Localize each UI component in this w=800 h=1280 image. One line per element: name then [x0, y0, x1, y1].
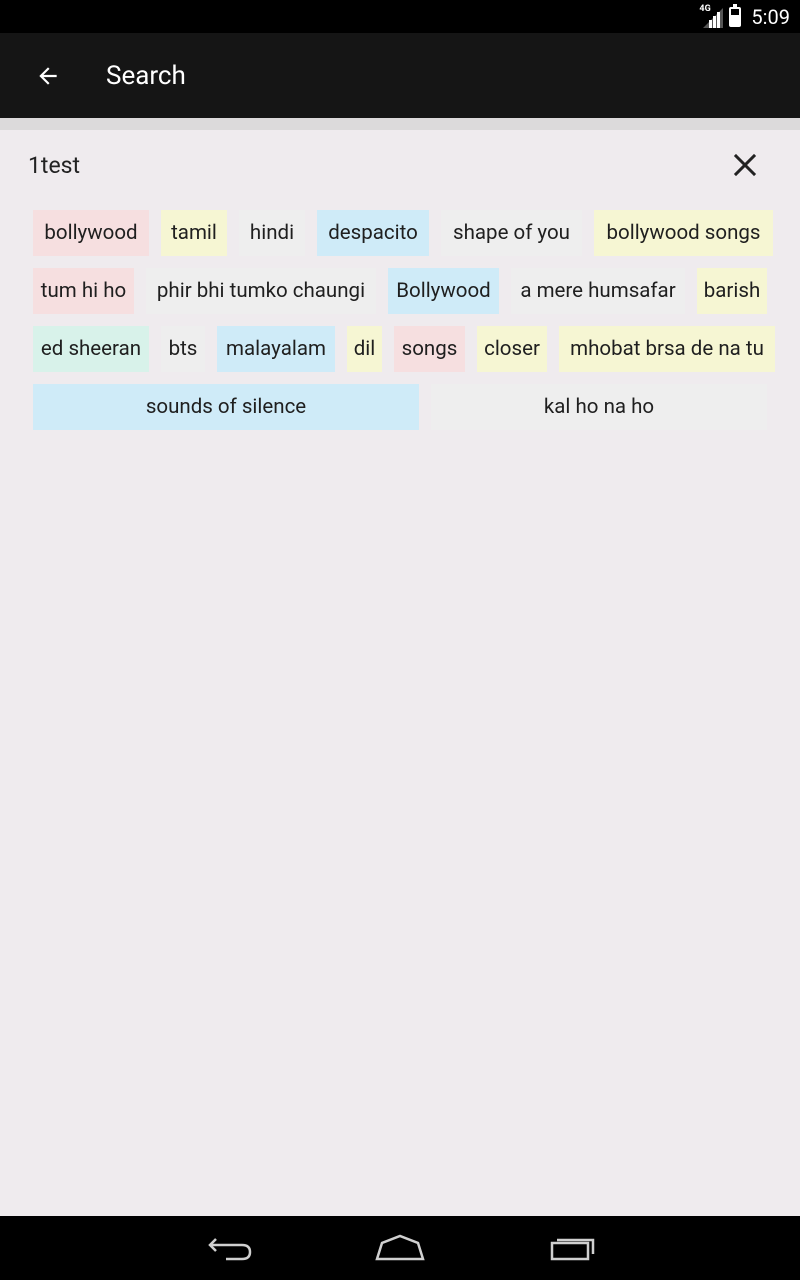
suggestion-chip[interactable]: bts: [161, 326, 205, 372]
suggestion-chip[interactable]: hindi: [239, 210, 305, 256]
suggestion-chip[interactable]: a mere humsafar: [511, 268, 685, 314]
suggestion-chip[interactable]: mhobat brsa de na tu: [559, 326, 775, 372]
suggestion-chip[interactable]: dil: [347, 326, 382, 372]
suggestion-chip[interactable]: barish: [697, 268, 767, 314]
battery-icon: [729, 3, 742, 27]
suggestion-chip[interactable]: ed sheeran: [33, 326, 149, 372]
back-button[interactable]: [0, 33, 96, 118]
nav-recents-button[interactable]: [527, 1216, 617, 1280]
suggestion-chip[interactable]: malayalam: [217, 326, 335, 372]
nav-recents-icon: [550, 1238, 595, 1261]
network-type-label: 4G: [699, 3, 711, 14]
suggestion-chip[interactable]: songs: [394, 326, 465, 372]
search-suggestions: bollywood tamil hindi despacito shape of…: [33, 210, 775, 442]
chip-row: sounds of silence kal ho na ho: [33, 384, 775, 430]
nav-back-button[interactable]: [185, 1216, 275, 1280]
suggestion-chip[interactable]: tamil: [161, 210, 227, 256]
suggestion-chip[interactable]: bollywood songs: [594, 210, 773, 256]
header-divider: [0, 118, 800, 130]
nav-home-button[interactable]: [355, 1216, 445, 1280]
close-icon: [733, 153, 757, 177]
suggestion-chip[interactable]: despacito: [317, 210, 429, 256]
system-nav-bar: [0, 1216, 800, 1280]
search-input[interactable]: [28, 151, 628, 179]
suggestion-chip[interactable]: kal ho na ho: [431, 384, 767, 430]
status-bar: 4G 5:09: [0, 0, 800, 33]
suggestion-chip[interactable]: tum hi ho: [33, 268, 134, 314]
chip-row: tum hi ho phir bhi tumko chaungi Bollywo…: [33, 268, 775, 314]
nav-back-icon: [208, 1238, 252, 1261]
status-time: 5:09: [751, 4, 790, 29]
suggestion-chip[interactable]: shape of you: [441, 210, 582, 256]
suggestion-chip[interactable]: closer: [477, 326, 547, 372]
clear-search-button[interactable]: [730, 150, 760, 180]
signal-icon: 4G: [699, 3, 724, 28]
page-title: Search: [106, 60, 186, 91]
suggestion-chip[interactable]: sounds of silence: [33, 384, 419, 430]
search-row: [0, 130, 800, 200]
suggestion-chip[interactable]: phir bhi tumko chaungi: [146, 268, 376, 314]
suggestion-chip[interactable]: Bollywood: [388, 268, 499, 314]
arrow-back-icon: [39, 66, 57, 85]
suggestion-chip[interactable]: bollywood: [33, 210, 149, 256]
app-bar: Search: [0, 33, 800, 118]
chip-row: ed sheeran bts malayalam dil songs close…: [33, 326, 775, 372]
nav-home-icon: [375, 1234, 425, 1261]
chip-row: bollywood tamil hindi despacito shape of…: [33, 210, 775, 256]
